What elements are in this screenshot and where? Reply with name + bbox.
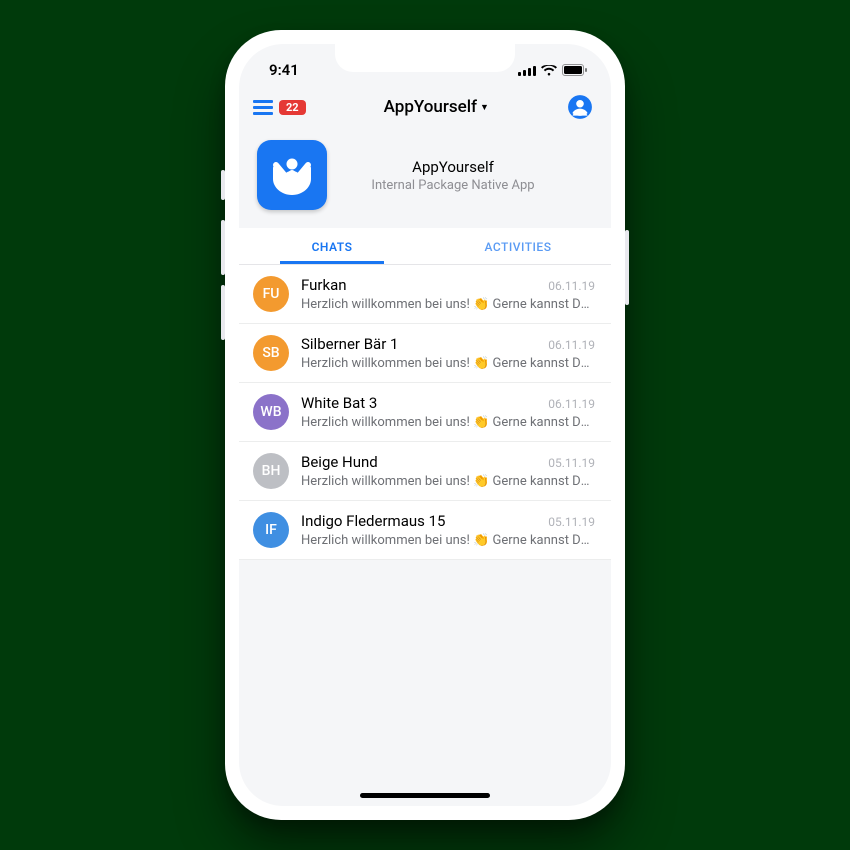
app-title-label: AppYourself bbox=[384, 97, 477, 117]
app-logo bbox=[257, 140, 327, 210]
chat-item[interactable]: FU Furkan 06.11.19 Herzlich willkommen bei … bbox=[239, 265, 611, 324]
chat-date: 06.11.19 bbox=[548, 338, 595, 352]
battery-icon bbox=[562, 64, 587, 76]
avatar: SB bbox=[253, 335, 289, 371]
home-indicator[interactable] bbox=[360, 793, 490, 798]
app-bar: 22 AppYourself ▼ bbox=[239, 84, 611, 126]
profile-icon[interactable] bbox=[567, 94, 593, 120]
chat-item[interactable]: IF Indigo Fledermaus 15 05.11.19 Herzlich w… bbox=[239, 501, 611, 560]
status-time: 9:41 bbox=[269, 61, 299, 79]
chat-date: 05.11.19 bbox=[548, 515, 595, 529]
status-icons bbox=[518, 64, 587, 76]
chevron-down-icon: ▼ bbox=[480, 102, 489, 113]
phone-frame: 9:41 22 AppYourself ▼ bbox=[225, 30, 625, 820]
side-button bbox=[221, 220, 225, 275]
chat-preview: Herzlich willkommen bei uns! 👏 Gerne kan… bbox=[301, 474, 595, 489]
avatar: BH bbox=[253, 453, 289, 489]
chat-name: Beige Hund bbox=[301, 453, 378, 471]
chat-preview: Herzlich willkommen bei uns! 👏 Gerne kan… bbox=[301, 297, 595, 312]
avatar: WB bbox=[253, 394, 289, 430]
chat-preview: Herzlich willkommen bei uns! 👏 Gerne kan… bbox=[301, 415, 595, 430]
chat-preview: Herzlich willkommen bei uns! 👏 Gerne kan… bbox=[301, 356, 595, 371]
chat-date: 06.11.19 bbox=[548, 279, 595, 293]
app-title-dropdown[interactable]: AppYourself ▼ bbox=[384, 97, 489, 117]
header-subtitle: Internal Package Native App bbox=[343, 178, 563, 193]
chat-name: Silberner Bär 1 bbox=[301, 335, 398, 353]
avatar: FU bbox=[253, 276, 289, 312]
avatar: IF bbox=[253, 512, 289, 548]
chat-item[interactable]: SB Silberner Bär 1 06.11.19 Herzlich willko… bbox=[239, 324, 611, 383]
chat-name: Furkan bbox=[301, 276, 347, 294]
wifi-icon bbox=[541, 65, 557, 76]
chat-name: White Bat 3 bbox=[301, 394, 377, 412]
tab-activities[interactable]: ACTIVITIES bbox=[425, 228, 611, 264]
chat-preview: Herzlich willkommen bei uns! 👏 Gerne kan… bbox=[301, 533, 595, 548]
chat-item[interactable]: BH Beige Hund 05.11.19 Herzlich willkommen … bbox=[239, 442, 611, 501]
side-button bbox=[221, 170, 225, 200]
chat-list: FU Furkan 06.11.19 Herzlich willkommen bei … bbox=[239, 265, 611, 560]
cellular-signal-icon bbox=[518, 65, 536, 76]
chat-item[interactable]: WB White Bat 3 06.11.19 Herzlich willkommen… bbox=[239, 383, 611, 442]
chat-name: Indigo Fledermaus 15 bbox=[301, 512, 445, 530]
tabs: CHATS ACTIVITIES bbox=[239, 228, 611, 265]
header-title: AppYourself bbox=[343, 158, 563, 176]
side-button bbox=[625, 230, 629, 305]
tab-chats[interactable]: CHATS bbox=[239, 228, 425, 264]
notification-badge[interactable]: 22 bbox=[279, 100, 306, 115]
screen: 9:41 22 AppYourself ▼ bbox=[239, 44, 611, 806]
app-header: AppYourself Internal Package Native App bbox=[239, 126, 611, 228]
notch bbox=[335, 44, 515, 72]
menu-icon[interactable] bbox=[253, 100, 273, 115]
chat-date: 05.11.19 bbox=[548, 456, 595, 470]
side-button bbox=[221, 285, 225, 340]
chat-date: 06.11.19 bbox=[548, 397, 595, 411]
